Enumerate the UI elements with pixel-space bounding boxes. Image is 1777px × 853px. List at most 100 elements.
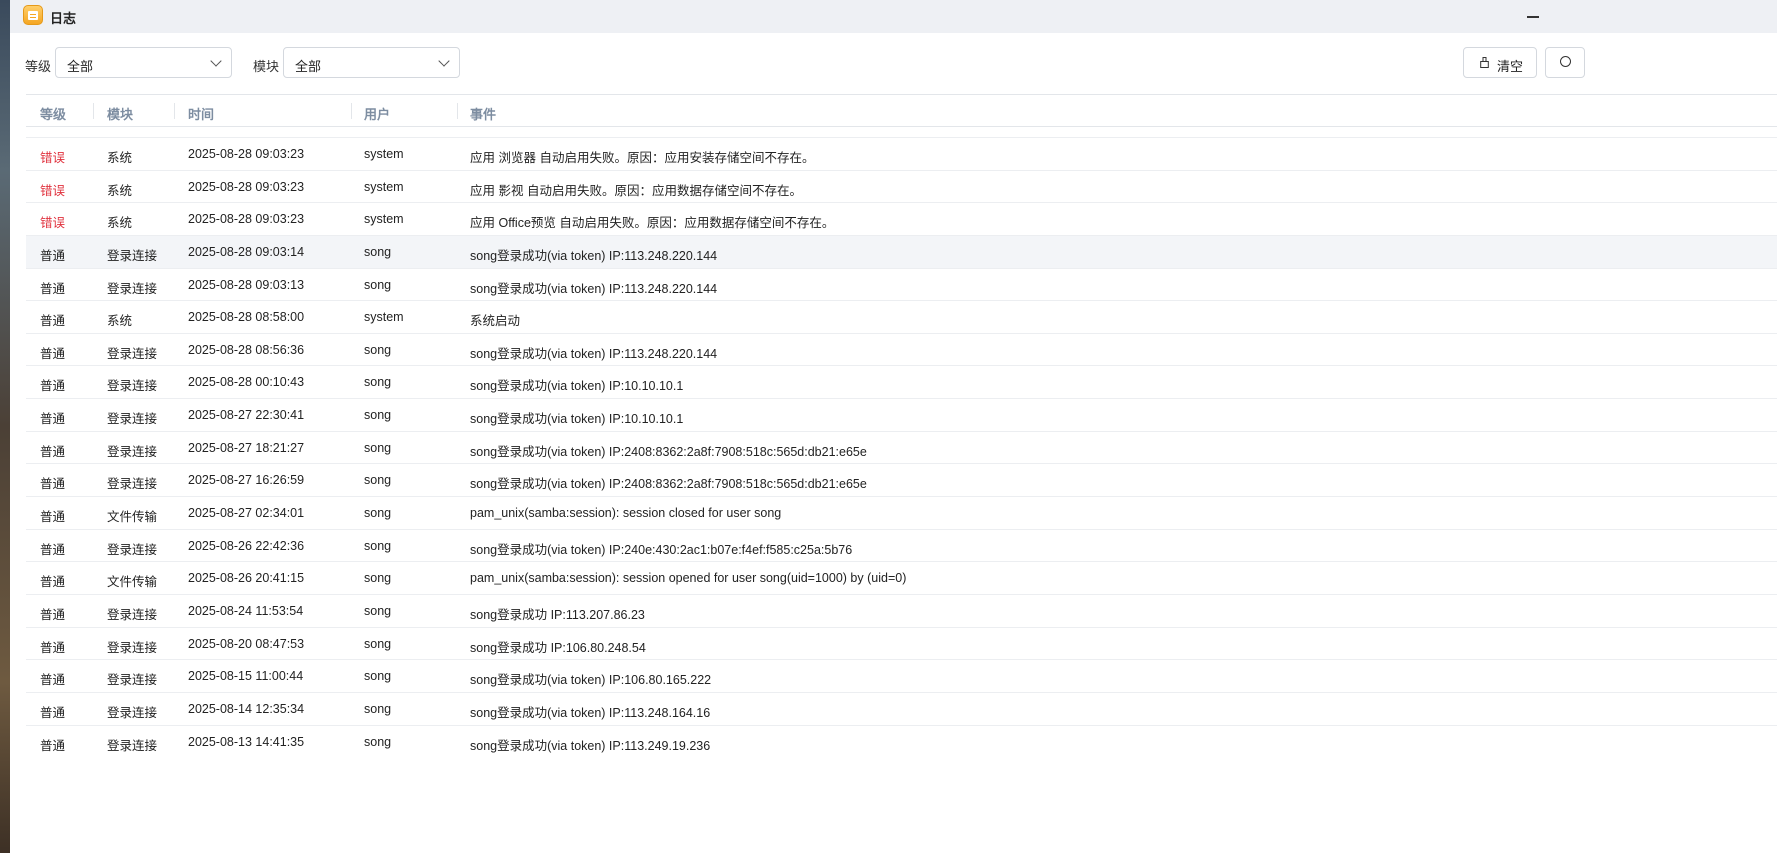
column-divider[interactable] xyxy=(93,103,94,119)
table-row[interactable]: 普通 登录连接 2025-08-28 00:10:43 song song登录成功(vi… xyxy=(26,365,1777,398)
log-level-cell: 普通 xyxy=(40,412,66,427)
log-event-cell: song登录成功 IP:106.80.248.54 xyxy=(470,640,646,655)
refresh-button[interactable] xyxy=(1545,47,1585,78)
refresh-icon xyxy=(1560,56,1571,67)
table-row[interactable]: 错误 系统 2025-08-28 09:03:23 system 应用 浏览器 自动启用… xyxy=(26,137,1777,170)
log-time-cell: 2025-08-26 22:42:36 xyxy=(188,538,305,553)
chevron-down-icon xyxy=(438,55,450,67)
table-row[interactable]: 普通 登录连接 2025-08-27 22:30:41 song song登录成功(vi… xyxy=(26,398,1777,431)
column-divider[interactable] xyxy=(174,103,175,119)
log-event-cell: song登录成功(via token) IP:113.249.19.236 xyxy=(470,738,711,753)
log-time-cell: 2025-08-13 14:41:35 xyxy=(188,734,305,749)
level-filter-label: 等级 xyxy=(25,59,52,74)
table-body: 错误 系统 2025-08-28 09:03:23 system 应用 浏览器 自动启用… xyxy=(26,137,1777,757)
log-event-cell: 应用 Office预览 自动启用失败。原因：应用数据存储空间不存在。 xyxy=(470,216,835,231)
table-row[interactable]: 普通 文件传输 2025-08-27 02:34:01 song pam_unix(sa… xyxy=(26,496,1777,529)
log-time-cell: 2025-08-24 11:53:54 xyxy=(188,603,304,618)
log-window: 日志 等级 全部 模块 全部 清空 等级 模块 时间 用户 事件 错误 系统 2… xyxy=(10,0,1777,853)
log-level-cell: 普通 xyxy=(40,607,66,622)
column-divider[interactable] xyxy=(351,103,352,119)
log-user-cell: system xyxy=(364,310,404,325)
log-time-cell: 2025-08-28 09:03:23 xyxy=(188,147,305,161)
column-header-module[interactable]: 模块 xyxy=(107,104,133,123)
log-module-cell: 登录连接 xyxy=(107,281,158,296)
table-row[interactable]: 普通 登录连接 2025-08-20 08:47:53 song song登录成功 IP… xyxy=(26,626,1777,660)
table-row[interactable]: 错误 系统 2025-08-28 09:03:23 system 应用 Office预览… xyxy=(26,202,1777,235)
log-module-cell: 登录连接 xyxy=(107,477,158,492)
log-module-cell: 登录连接 xyxy=(107,248,158,263)
table-row[interactable]: 普通 登录连接 2025-08-28 08:56:36 song song登录成功(vi… xyxy=(26,332,1777,366)
log-user-cell: song xyxy=(364,506,392,521)
clear-button-label: 清空 xyxy=(1497,59,1524,74)
table-row[interactable]: 普通 系统 2025-08-28 08:58:00 system 系统启动 xyxy=(26,300,1777,333)
level-filter-select[interactable]: 全部 xyxy=(55,47,232,78)
log-event-cell: pam_unix(samba:session): session closed … xyxy=(470,506,782,521)
log-user-cell: song xyxy=(364,473,392,488)
table-row[interactable]: 普通 登录连接 2025-08-15 11:00:44 song song登录成功(vi… xyxy=(26,659,1777,692)
log-time-cell: 2025-08-27 02:34:01 xyxy=(188,506,305,521)
log-level-cell: 普通 xyxy=(40,346,66,361)
log-event-cell: song登录成功(via token) IP:106.80.165.222 xyxy=(470,673,712,688)
table-row[interactable]: 普通 登录连接 2025-08-27 16:26:59 song song登录成功(vi… xyxy=(26,463,1777,496)
log-user-cell: song xyxy=(364,440,392,455)
log-event-cell: song登录成功 IP:113.207.86.23 xyxy=(470,607,645,622)
table-row[interactable]: 普通 登录连接 2025-08-14 12:35:34 song song登录成功(vi… xyxy=(26,691,1777,725)
table-row[interactable]: 普通 文件传输 2025-08-26 20:41:15 song pam_unix(sa… xyxy=(26,561,1777,594)
log-module-cell: 登录连接 xyxy=(107,542,158,557)
log-time-cell: 2025-08-28 09:03:14 xyxy=(188,244,305,259)
minimize-button[interactable] xyxy=(1523,6,1543,26)
log-level-cell: 普通 xyxy=(40,738,66,753)
window-title: 日志 xyxy=(50,11,77,26)
column-header-user[interactable]: 用户 xyxy=(364,104,390,123)
log-user-cell: song xyxy=(364,375,392,390)
log-event-cell: song登录成功(via token) IP:113.248.220.144 xyxy=(470,346,718,361)
log-user-cell: song xyxy=(364,603,392,618)
log-module-cell: 系统 xyxy=(107,151,133,165)
log-time-cell: 2025-08-27 16:26:59 xyxy=(188,473,305,488)
log-module-cell: 登录连接 xyxy=(107,412,158,427)
log-event-cell: song登录成功(via token) IP:113.248.220.144 xyxy=(470,281,718,296)
log-module-cell: 登录连接 xyxy=(107,444,158,459)
log-level-cell: 普通 xyxy=(40,510,66,525)
column-divider[interactable] xyxy=(457,103,458,119)
table-row[interactable]: 普通 登录连接 2025-08-28 09:03:13 song song登录成功(vi… xyxy=(26,267,1777,301)
log-time-cell: 2025-08-15 11:00:44 xyxy=(188,669,304,684)
column-header-time[interactable]: 时间 xyxy=(188,104,214,123)
table-row[interactable]: 普通 登录连接 2025-08-24 11:53:54 song song登录成功 IP… xyxy=(26,593,1777,627)
log-module-cell: 登录连接 xyxy=(107,607,158,622)
table-row[interactable]: 普通 登录连接 2025-08-27 18:21:27 song song登录成功(vi… xyxy=(26,430,1777,464)
log-time-cell: 2025-08-28 09:03:23 xyxy=(188,212,305,227)
log-time-cell: 2025-08-14 12:35:34 xyxy=(188,701,305,716)
module-filter-value: 全部 xyxy=(295,59,322,74)
table-row[interactable]: 错误 系统 2025-08-28 09:03:23 system 应用 影视 自动启用失… xyxy=(26,169,1777,203)
log-module-cell: 文件传输 xyxy=(107,510,158,525)
title-bar: 日志 xyxy=(10,0,1777,33)
log-time-cell: 2025-08-28 09:03:13 xyxy=(188,277,305,292)
log-user-cell: song xyxy=(364,244,392,259)
log-user-cell: song xyxy=(364,342,392,357)
clear-button[interactable]: 清空 xyxy=(1463,47,1537,78)
column-header-event[interactable]: 事件 xyxy=(470,104,496,123)
log-event-cell: 应用 浏览器 自动启用失败。原因：应用安装存储空间不存在。 xyxy=(470,151,815,165)
log-level-cell: 普通 xyxy=(40,444,66,459)
log-module-cell: 登录连接 xyxy=(107,379,158,394)
log-module-cell: 登录连接 xyxy=(107,738,158,753)
module-filter-select[interactable]: 全部 xyxy=(283,47,460,78)
log-level-cell: 普通 xyxy=(40,477,66,492)
log-level-cell: 错误 xyxy=(40,216,66,231)
table-row[interactable]: 普通 登录连接 2025-08-13 14:41:35 song song登录成功(vi… xyxy=(26,724,1777,758)
log-module-cell: 系统 xyxy=(107,216,133,231)
log-user-cell: system xyxy=(364,147,404,161)
log-event-cell: song登录成功(via token) IP:113.248.164.16 xyxy=(470,705,711,720)
log-time-cell: 2025-08-28 00:10:43 xyxy=(188,375,305,390)
table-header: 等级 模块 时间 用户 事件 xyxy=(26,94,1777,127)
log-user-cell: song xyxy=(364,669,392,684)
column-header-level[interactable]: 等级 xyxy=(40,104,66,123)
level-filter-value: 全部 xyxy=(67,59,94,74)
log-level-cell: 普通 xyxy=(40,673,66,688)
table-row[interactable]: 普通 登录连接 2025-08-26 22:42:36 song song登录成功(vi… xyxy=(26,528,1777,562)
table-row[interactable]: 普通 登录连接 2025-08-28 09:03:14 song song登录成功(vi… xyxy=(26,234,1777,268)
log-time-cell: 2025-08-20 08:47:53 xyxy=(188,636,305,651)
log-time-cell: 2025-08-26 20:41:15 xyxy=(188,571,305,586)
log-module-cell: 登录连接 xyxy=(107,346,158,361)
